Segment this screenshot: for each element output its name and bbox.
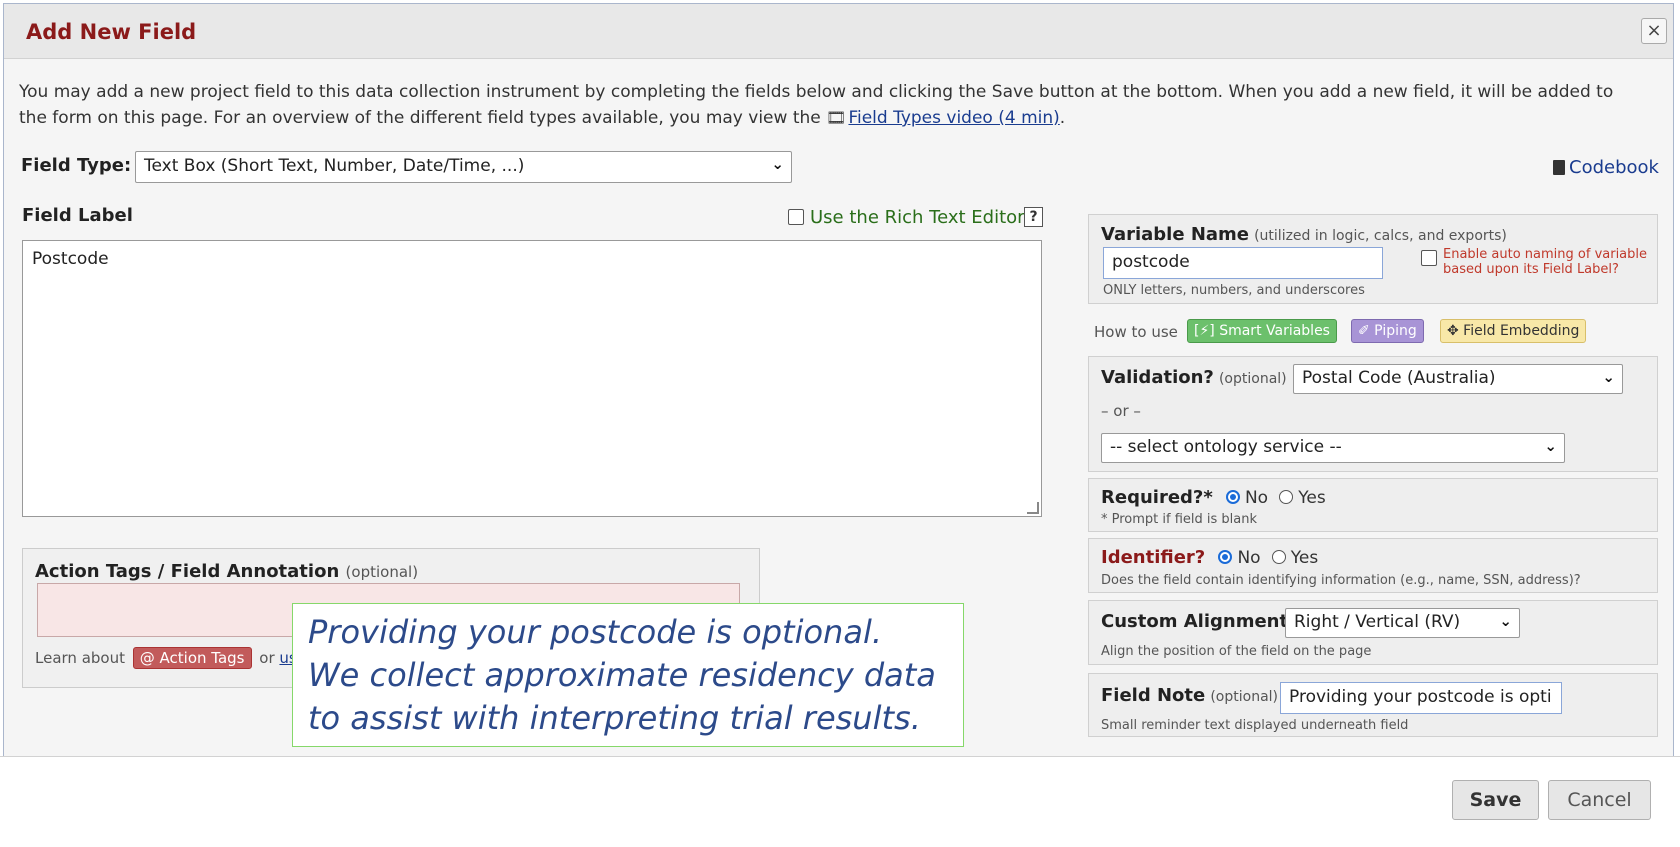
action-tags-title: Action Tags / Field Annotation (optional… (35, 561, 418, 582)
identifier-yes-radio[interactable] (1271, 550, 1286, 564)
identifier-panel: Identifier? No Yes Does the field contai… (1088, 538, 1658, 593)
chevron-down-icon: ⌄ (1602, 368, 1615, 386)
action-tags-optional: (optional) (345, 563, 419, 581)
alignment-note: Align the position of the field on the p… (1101, 644, 1372, 659)
alignment-value: Right / Vertical (RV) (1294, 612, 1461, 632)
dialog-title: Add New Field (26, 20, 197, 44)
chevron-down-icon: ⌄ (771, 155, 784, 173)
field-types-video-link[interactable]: Field Types video (4 min) (848, 108, 1059, 128)
auto-naming-box[interactable] (1421, 250, 1437, 266)
intro-end: . (1059, 108, 1066, 128)
rich-text-checkbox[interactable] (788, 209, 804, 225)
intro-body: You may add a new project field to this … (19, 82, 1614, 128)
preview-line-1: Providing your postcode is optional. (308, 613, 882, 651)
field-note-heading: Field Note (optional) (1101, 685, 1278, 706)
field-embedding-button[interactable]: ✥ Field Embedding (1440, 319, 1587, 343)
chevron-down-icon: ⌄ (1544, 437, 1557, 455)
cancel-button[interactable]: Cancel (1548, 780, 1651, 820)
field-note-value: Providing your postcode is opti (1289, 687, 1552, 707)
film-icon: 🎞 (826, 108, 847, 127)
validation-value: Postal Code (Australia) (1302, 368, 1496, 388)
alignment-label: Custom Alignment (1101, 611, 1289, 632)
required-label: Required?* (1101, 487, 1213, 508)
auto-naming-line-1: Enable auto naming of variable (1443, 247, 1648, 262)
preview-line-3: to assist with interpreting trial result… (308, 699, 921, 737)
codebook-label: Codebook (1569, 157, 1659, 178)
how-to-use-label: How to use (1094, 323, 1178, 341)
required-no-radio[interactable] (1225, 490, 1240, 504)
ontology-select[interactable]: -- select ontology service -- ⌄ (1101, 433, 1565, 463)
smart-variables-button[interactable]: [⚡] Smart Variables (1187, 319, 1337, 343)
required-panel: Required?* No Yes * Prompt if field is b… (1088, 478, 1658, 532)
help-icon[interactable]: ? (1024, 207, 1043, 227)
validation-heading: Validation? (optional) (1101, 367, 1287, 388)
field-type-label: Field Type: (21, 155, 132, 176)
learn-about-text: Learn about (35, 649, 125, 667)
piping-button[interactable]: ✐ Piping (1351, 319, 1424, 343)
ontology-value: -- select ontology service -- (1110, 437, 1342, 457)
identifier-note: Does the field contain identifying infor… (1101, 573, 1581, 588)
variable-name-hint: (utilized in logic, calcs, and exports) (1254, 228, 1507, 244)
dialog-footer (0, 757, 1680, 847)
required-row: Required?* No Yes (1101, 487, 1326, 508)
field-note-panel: Field Note (optional) Providing your pos… (1088, 673, 1658, 737)
field-note-preview: Providing your postcode is optional. We … (292, 603, 964, 747)
required-note: * Prompt if field is blank (1101, 512, 1258, 527)
variable-name-panel: Variable Name (utilized in logic, calcs,… (1088, 214, 1658, 304)
required-yes-radio[interactable] (1279, 490, 1294, 504)
auto-naming-checkbox[interactable] (1421, 249, 1443, 268)
identifier-no-label: No (1237, 548, 1261, 568)
field-label-heading: Field Label (22, 205, 133, 226)
save-button[interactable]: Save (1452, 780, 1539, 820)
intro-text: You may add a new project field to this … (19, 80, 1639, 131)
variable-name-value: postcode (1112, 252, 1190, 272)
learn-about-row: Learn about @ Action Tags or usi (35, 647, 301, 669)
book-icon (1553, 160, 1565, 175)
validation-panel: Validation? (optional) Postal Code (Aust… (1088, 356, 1658, 472)
codebook-link[interactable]: Codebook (1553, 157, 1659, 178)
field-note-optional: (optional) (1210, 689, 1279, 705)
validation-select[interactable]: Postal Code (Australia) ⌄ (1293, 364, 1623, 394)
learn-or-text: or (259, 649, 275, 667)
field-label-textarea[interactable]: Postcode (22, 240, 1042, 517)
variable-name-rule: ONLY letters, numbers, and underscores (1103, 283, 1365, 298)
action-tags-title-text: Action Tags / Field Annotation (35, 561, 340, 582)
variable-name-heading: Variable Name (utilized in logic, calcs,… (1101, 224, 1507, 245)
chevron-down-icon: ⌄ (1499, 612, 1512, 630)
close-icon[interactable]: × (1641, 18, 1667, 44)
identifier-label: Identifier? (1101, 547, 1206, 568)
variable-name-input[interactable]: postcode (1103, 247, 1383, 279)
auto-naming-line-2: based upon its Field Label? (1443, 262, 1619, 277)
variable-name-label: Variable Name (1101, 224, 1249, 245)
required-yes-label: Yes (1298, 488, 1326, 508)
rich-text-toggle[interactable]: Use the Rich Text Editor (788, 207, 1025, 228)
action-tags-button[interactable]: @ Action Tags (132, 647, 252, 669)
identifier-yes-label: Yes (1290, 548, 1319, 568)
field-note-input[interactable]: Providing your postcode is opti (1280, 682, 1562, 714)
identifier-row: Identifier? No Yes (1101, 547, 1318, 568)
field-label-value: Postcode (32, 249, 109, 269)
field-note-note: Small reminder text displayed underneath… (1101, 718, 1409, 733)
alignment-select[interactable]: Right / Vertical (RV) ⌄ (1285, 608, 1520, 638)
field-type-select[interactable]: Text Box (Short Text, Number, Date/Time,… (135, 151, 792, 183)
validation-or: – or – (1101, 402, 1141, 420)
resize-grip-icon[interactable] (1027, 502, 1039, 514)
required-no-label: No (1244, 488, 1269, 508)
validation-label: Validation? (1101, 367, 1214, 388)
field-note-label: Field Note (1101, 685, 1206, 706)
validation-optional: (optional) (1218, 371, 1287, 387)
identifier-no-radio[interactable] (1218, 550, 1233, 564)
auto-naming-label: Enable auto naming of variable based upo… (1443, 247, 1647, 277)
rich-text-label: Use the Rich Text Editor (810, 207, 1025, 228)
field-type-value: Text Box (Short Text, Number, Date/Time,… (144, 156, 525, 176)
alignment-panel: Custom Alignment Right / Vertical (RV) ⌄… (1088, 600, 1658, 665)
preview-line-2: We collect approximate residency data (308, 656, 936, 694)
dialog-titlebar: Add New Field × (4, 4, 1673, 59)
